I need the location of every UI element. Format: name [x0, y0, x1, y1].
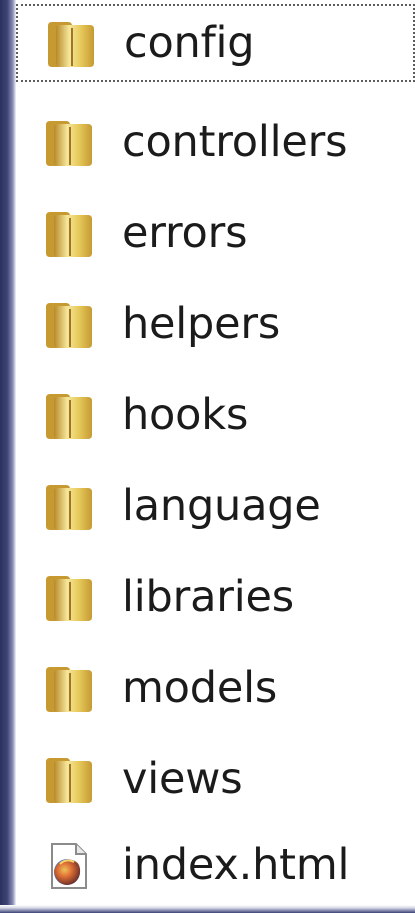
- folder-icon: [46, 394, 92, 439]
- folder-icon: [46, 303, 92, 348]
- item-label: language: [122, 480, 321, 531]
- explorer-window: config controllers errors helpers hooks …: [0, 0, 415, 913]
- file-list-item-hooks[interactable]: hooks: [16, 376, 415, 454]
- file-list-item-views[interactable]: views: [16, 740, 415, 818]
- folder-icon: [46, 667, 92, 712]
- file-list[interactable]: config controllers errors helpers hooks …: [16, 0, 415, 905]
- item-label: config: [124, 17, 255, 68]
- file-list-item-config[interactable]: config: [16, 4, 415, 82]
- item-label: errors: [122, 207, 248, 258]
- item-label: models: [122, 662, 278, 713]
- folder-icon: [48, 22, 94, 67]
- file-list-item-helpers[interactable]: helpers: [16, 285, 415, 363]
- window-bottom-border: [0, 905, 415, 913]
- item-label: controllers: [122, 116, 348, 167]
- file-list-item-controllers[interactable]: controllers: [16, 103, 415, 181]
- file-list-item-language[interactable]: language: [16, 467, 415, 545]
- file-list-item-models[interactable]: models: [16, 649, 415, 727]
- item-label: libraries: [122, 571, 294, 622]
- window-left-border: [0, 0, 16, 913]
- folder-icon: [46, 121, 92, 166]
- item-label: index.html: [122, 839, 350, 890]
- item-label: views: [122, 753, 243, 804]
- folder-icon: [46, 576, 92, 621]
- item-label: hooks: [122, 389, 249, 440]
- file-list-item-libraries[interactable]: libraries: [16, 558, 415, 636]
- html-file-icon: [51, 843, 87, 889]
- folder-icon: [46, 485, 92, 530]
- folder-icon: [46, 212, 92, 257]
- folder-icon: [46, 758, 92, 803]
- file-list-item-index-html[interactable]: index.html: [16, 826, 415, 904]
- file-list-item-errors[interactable]: errors: [16, 194, 415, 272]
- item-label: helpers: [122, 298, 281, 349]
